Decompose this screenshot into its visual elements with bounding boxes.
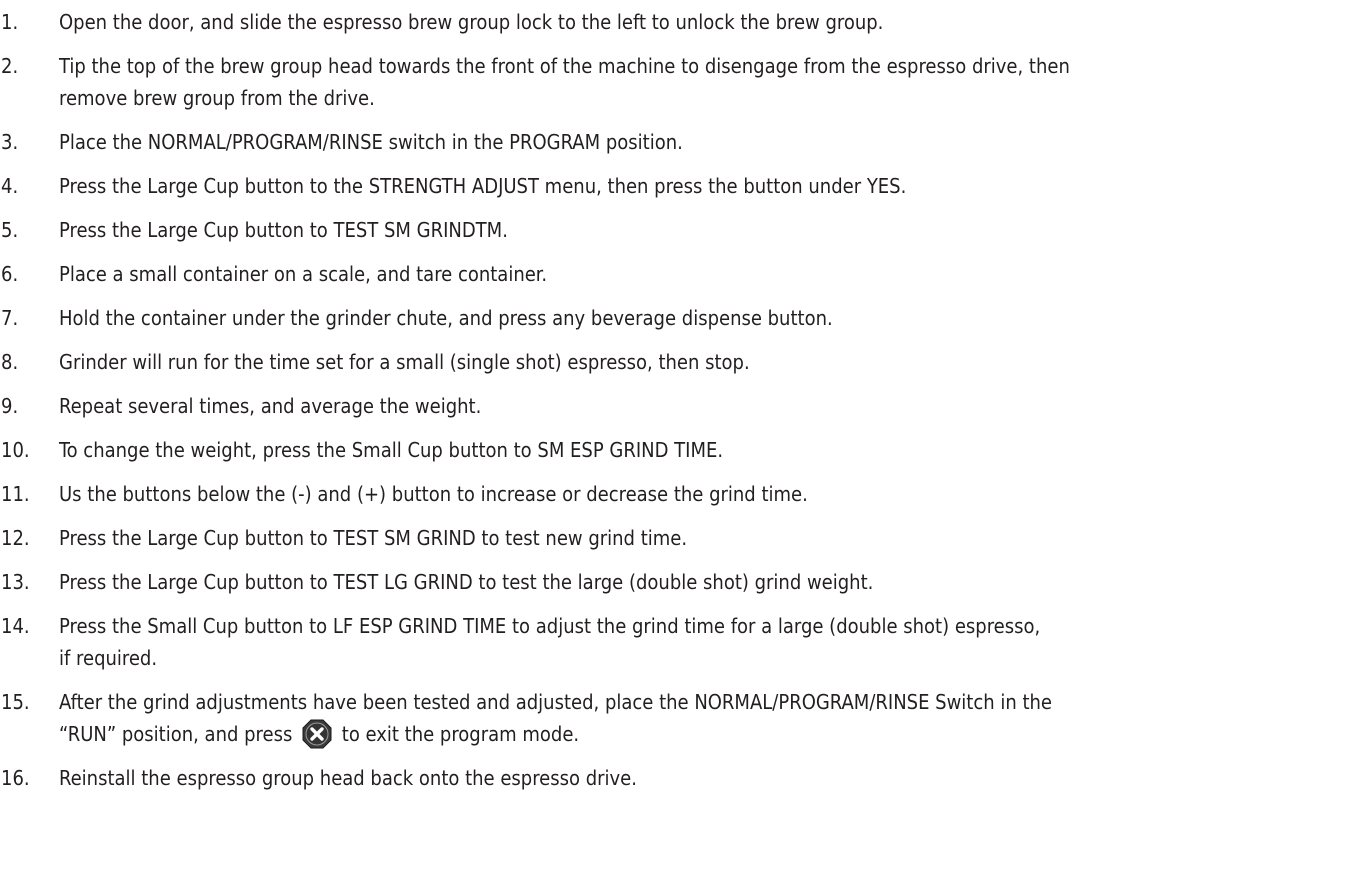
step-text-line: Place a small container on a scale, and … (59, 262, 548, 286)
list-item: 2. Tip the top of the brew group head tow… (0, 50, 1348, 114)
step-number: 9. (1, 394, 19, 418)
list-item: 13. Press the Large Cup button to TEST LG… (0, 566, 1348, 598)
step-number: 4. (1, 174, 19, 198)
step-text: Reinstall the espresso group head back o… (59, 766, 637, 790)
list-item: 14. Press the Small Cup button to LF ESP … (0, 610, 1348, 674)
step-text: Press the Large Cup button to TEST SM GR… (59, 214, 508, 246)
step-number: 1. (1, 10, 19, 34)
step-text-segment: to exit the program mode. (341, 722, 580, 746)
step-text-segment: “RUN” position, and press (59, 722, 293, 746)
list-item: 6. Place a small container on a scale, an… (0, 258, 1348, 290)
step-text: Press the Large Cup button to the STRENG… (59, 170, 906, 202)
list-item: 1. Open the door, and slide the espresso … (0, 6, 1348, 38)
step-number: 3. (1, 130, 19, 154)
list-item: 9. Repeat several times, and average the … (0, 390, 1348, 422)
step-text-line: Press the Large Cup button to the STRENG… (59, 174, 907, 198)
step-number: 16. (1, 766, 30, 790)
list-item: 12. Press the Large Cup button to TEST SM… (0, 522, 1348, 554)
step-number: 5. (1, 218, 19, 242)
exit-x-icon (302, 719, 332, 749)
procedure-steps: 1. Open the door, and slide the espresso … (0, 6, 1348, 806)
step-number: 12. (1, 526, 30, 550)
step-number: 2. (1, 54, 19, 78)
list-item: 8. Grinder will run for the time set for … (0, 346, 1348, 378)
step-text-line: Tip the top of the brew group head towar… (59, 54, 1070, 78)
list-item: 7. Hold the container under the grinder c… (0, 302, 1348, 334)
step-text: Grinder will run for the time set for a … (59, 346, 750, 378)
step-number: 7. (1, 306, 19, 330)
step-text-line: remove brew group from the drive. (59, 86, 375, 110)
list-item: 4. Press the Large Cup button to the STRE… (0, 170, 1348, 202)
step-text: Press the Large Cup button to TEST LG GR… (59, 566, 873, 598)
step-text-line: Press the Large Cup button to TEST SM GR… (59, 526, 688, 550)
step-text-line: Press the Large Cup button to TEST LG GR… (59, 570, 874, 594)
step-text: Place the NORMAL/PROGRAM/RINSE switch in… (59, 126, 683, 158)
step-number: 11. (1, 482, 30, 506)
step-text-line: Us the buttons below the (-) and (+) but… (59, 482, 808, 506)
list-item: 5. Press the Large Cup button to TEST SM … (0, 214, 1348, 246)
list-item: 16. Reinstall the espresso group head ba… (0, 762, 1348, 794)
step-text: To change the weight, press the Small Cu… (59, 434, 723, 466)
step-text-line: Place the NORMAL/PROGRAM/RINSE switch in… (59, 130, 683, 154)
step-text-line: Grinder will run for the time set for a … (59, 350, 750, 374)
step-text: Repeat several times, and average the we… (59, 390, 481, 422)
step-number: 10. (1, 438, 30, 462)
step-text: Tip the top of the brew group head towar… (59, 50, 1070, 114)
step-text-line: Open the door, and slide the espresso br… (59, 10, 884, 34)
step-text: Place a small container on a scale, and … (59, 258, 547, 290)
step-text: Us the buttons below the (-) and (+) but… (59, 478, 808, 510)
step-text: After the grind adjustments have been te… (59, 686, 1052, 750)
step-text-line: if required. (59, 646, 158, 670)
step-number: 6. (1, 262, 19, 286)
step-text: Press the Small Cup button to LF ESP GRI… (59, 610, 1040, 674)
step-text-line: “RUN” position, and press to exit the pr… (59, 718, 1052, 750)
step-text: Press the Large Cup button to TEST SM GR… (59, 522, 687, 554)
step-number: 8. (1, 350, 19, 374)
step-text: Hold the container under the grinder chu… (59, 302, 833, 334)
instruction-page: 1. Open the door, and slide the espresso … (0, 0, 1348, 890)
step-number: 13. (1, 570, 30, 594)
step-text-line: Repeat several times, and average the we… (59, 394, 482, 418)
step-text-line: Hold the container under the grinder chu… (59, 306, 833, 330)
step-number: 15. (1, 690, 30, 714)
list-item: 15. After the grind adjustments have bee… (0, 686, 1348, 750)
step-text-line: To change the weight, press the Small Cu… (59, 438, 724, 462)
step-text: Open the door, and slide the espresso br… (59, 6, 883, 38)
step-text-line: After the grind adjustments have been te… (59, 690, 1053, 714)
step-text-line: Press the Small Cup button to LF ESP GRI… (59, 614, 1041, 638)
list-item: 3. Place the NORMAL/PROGRAM/RINSE switch … (0, 126, 1348, 158)
list-item: 10. To change the weight, press the Small… (0, 434, 1348, 466)
step-number: 14. (1, 614, 30, 638)
step-text-line: Press the Large Cup button to TEST SM GR… (59, 218, 508, 242)
list-item: 11. Us the buttons below the (-) and (+) … (0, 478, 1348, 510)
